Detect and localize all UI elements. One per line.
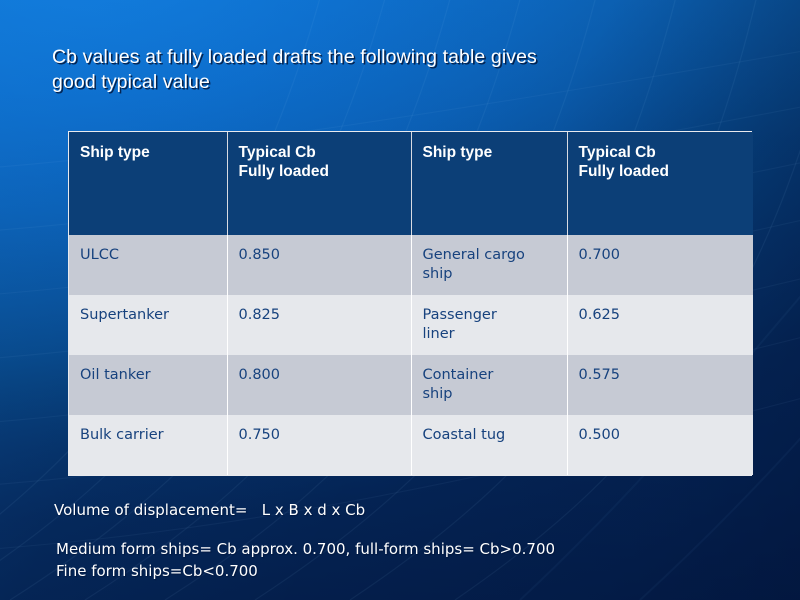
slide: Cb values at fully loaded drafts the fol… — [0, 0, 800, 600]
table-row: Supertanker 0.825 Passenger liner 0.625 — [69, 295, 753, 355]
cell-cb-left: 0.850 — [227, 235, 412, 295]
cell-ship-type-left: Supertanker — [69, 295, 228, 355]
column-header-typical-cb-right: Typical Cb Fully loaded — [567, 132, 753, 235]
cell-cb-right: 0.700 — [567, 235, 753, 295]
cell-cb-left: 0.800 — [227, 355, 412, 415]
cell-cb-left: 0.750 — [227, 415, 412, 475]
table-row: Bulk carrier 0.750 Coastal tug 0.500 — [69, 415, 753, 475]
cb-values-table: Ship type Typical Cb Fully loaded Ship t… — [68, 131, 753, 476]
cell-ship-type-left: ULCC — [69, 235, 228, 295]
cell-cb-right: 0.625 — [567, 295, 753, 355]
cell-ship-type-right: Container ship — [411, 355, 568, 415]
cell-ship-type-right: General cargo ship — [411, 235, 568, 295]
cell-ship-type-right: Passenger liner — [411, 295, 568, 355]
cell-cb-right: 0.575 — [567, 355, 753, 415]
cell-ship-type-left: Oil tanker — [69, 355, 228, 415]
cell-cb-left: 0.825 — [227, 295, 412, 355]
slide-title: Cb values at fully loaded drafts the fol… — [52, 46, 537, 93]
cell-ship-type-right: Coastal tug — [411, 415, 568, 475]
cell-ship-type-left: Bulk carrier — [69, 415, 228, 475]
table-row: ULCC 0.850 General cargo ship 0.700 — [69, 235, 753, 295]
form-classification-note: Medium form ships= Cb approx. 0.700, ful… — [56, 540, 556, 580]
column-header-typical-cb-left: Typical Cb Fully loaded — [227, 132, 412, 235]
table-row: Oil tanker 0.800 Container ship 0.575 — [69, 355, 753, 415]
cell-cb-right: 0.500 — [567, 415, 753, 475]
displacement-formula-note: Volume of displacement= L x B x d x Cb — [54, 501, 366, 519]
column-header-ship-type-right: Ship type — [411, 132, 568, 235]
column-header-ship-type-left: Ship type — [69, 132, 228, 235]
table-header-row: Ship type Typical Cb Fully loaded Ship t… — [69, 132, 753, 235]
